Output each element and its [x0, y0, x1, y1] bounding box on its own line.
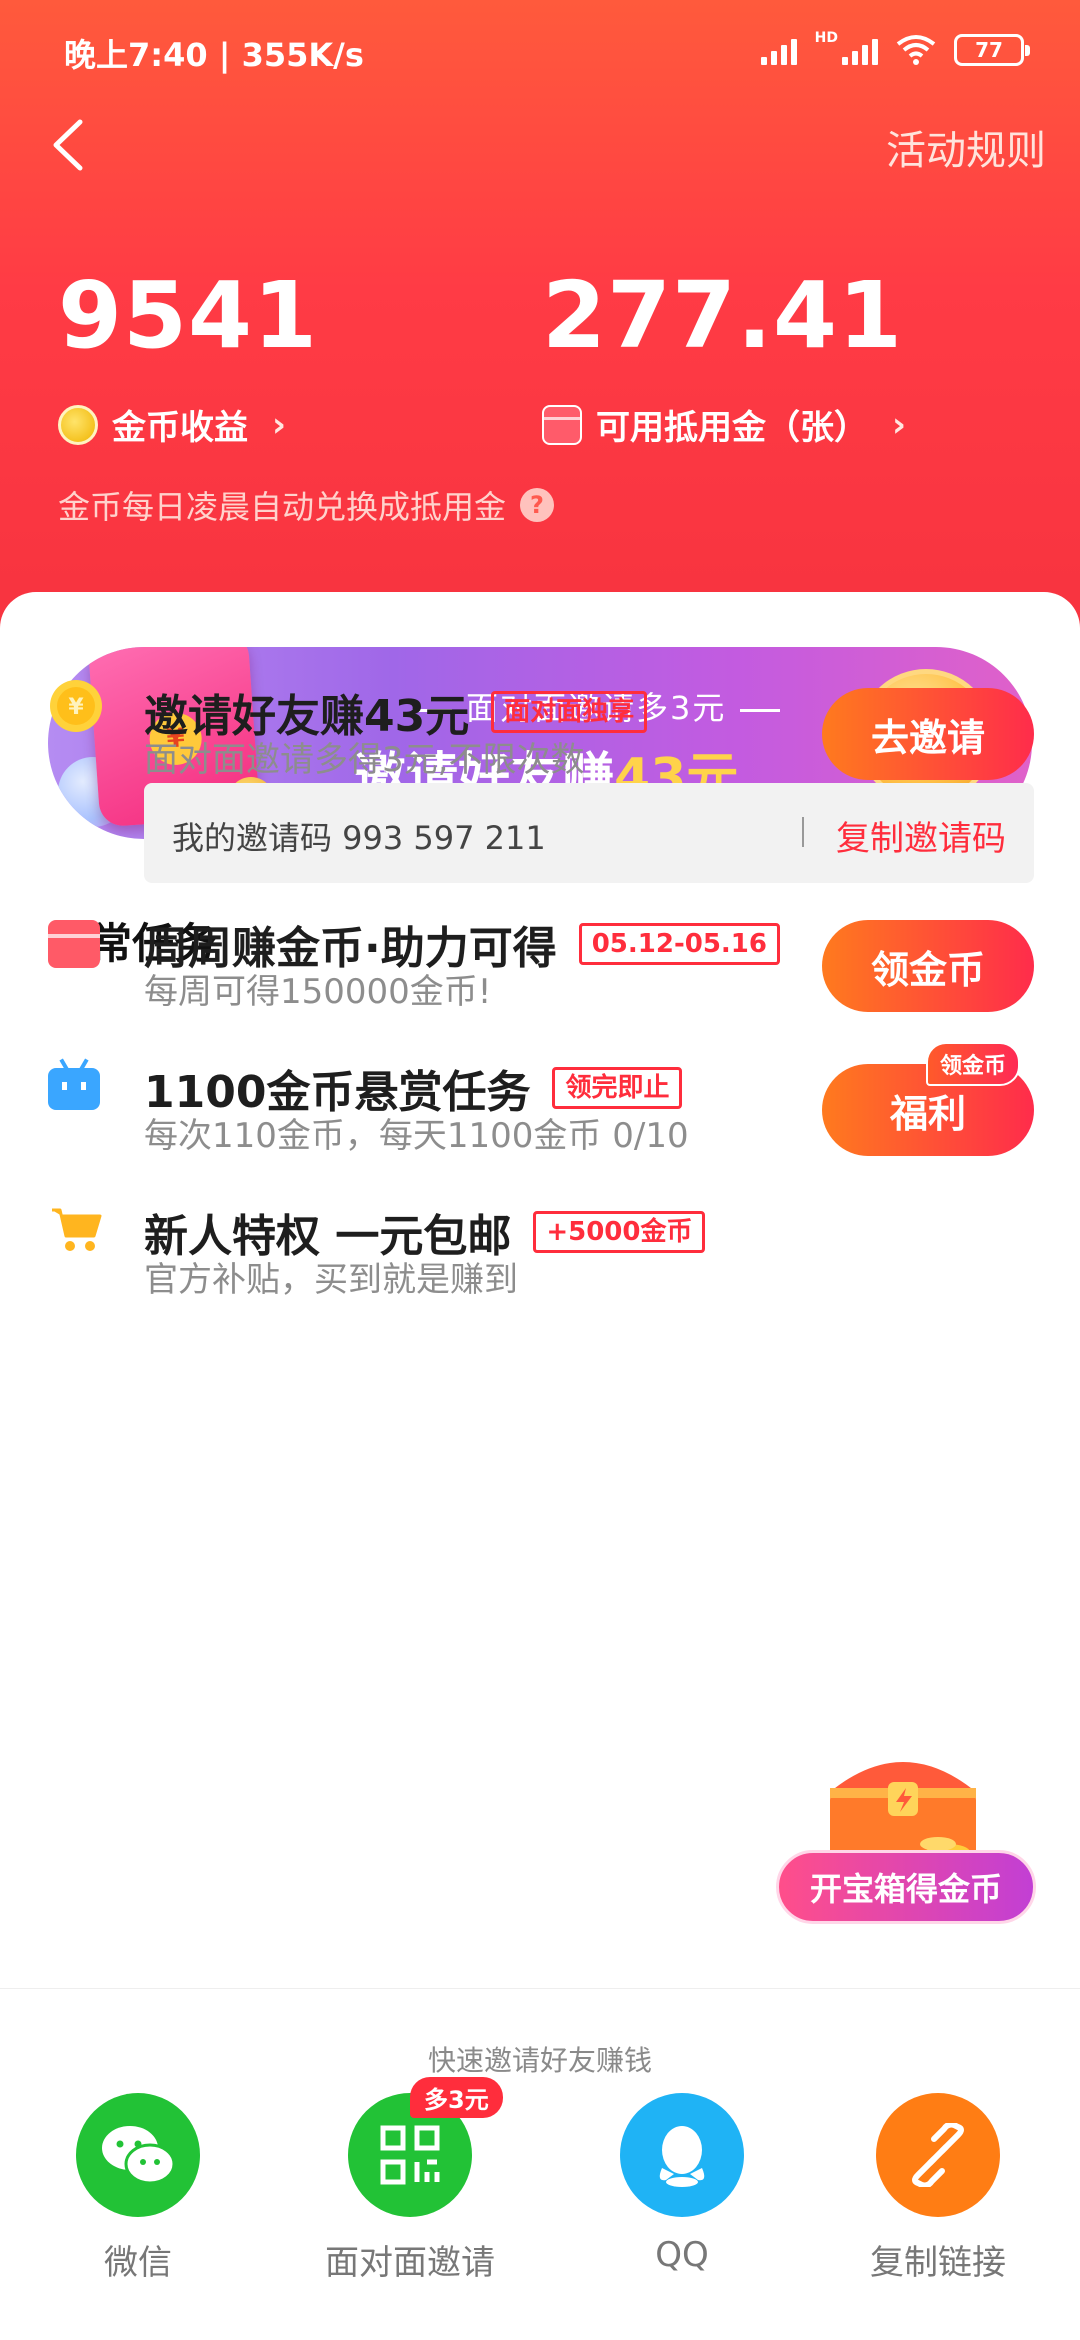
coins-label: 金币收益: [112, 408, 248, 448]
claim-coins-badge: 领金币: [925, 1042, 1020, 1086]
task-desc: 每周可得150000金币!: [144, 972, 492, 1012]
status-icons: HD 77: [760, 30, 1030, 70]
activity-rules-link[interactable]: 活动规则: [886, 118, 1046, 176]
coin-icon: ¥: [48, 678, 104, 734]
welfare-button-label: 福利: [889, 1091, 966, 1136]
invite-code-box: 我的邀请码 993 597 211 复制邀请码: [144, 783, 1034, 883]
voucher-link[interactable]: 可用抵用金（张） ›: [542, 400, 906, 449]
qq-icon: [620, 2093, 744, 2217]
red-packet-icon: [48, 914, 104, 970]
share-copy-link[interactable]: 复制链接: [838, 2093, 1038, 2284]
voucher-value: 277.41: [542, 262, 904, 369]
task-tag: 领完即止: [552, 1067, 683, 1109]
signal-hd-icon: [842, 35, 878, 65]
welfare-button[interactable]: 福利 领金币: [822, 1042, 1034, 1156]
share-wechat[interactable]: 微信: [38, 2093, 238, 2284]
share-qq[interactable]: QQ: [582, 2093, 782, 2275]
task-tag: +5000金币: [533, 1211, 706, 1253]
task-tag: 面对面独享: [491, 691, 648, 733]
treasure-chest-widget[interactable]: 开宝箱得金币: [776, 1742, 1036, 1924]
task-desc: 每次110金币，每天1100金币 0/10: [144, 1116, 689, 1156]
svg-text:¥: ¥: [68, 695, 84, 720]
coins-value: 9541: [58, 262, 319, 369]
task-desc: 官方补贴，买到就是赚到: [144, 1260, 518, 1300]
status-bar: 晚上7:40 | 355K/s HD 77: [0, 0, 1080, 100]
treasure-chest-icon: [830, 1762, 976, 1860]
header: 晚上7:40 | 355K/s HD 77 活动规则 9541 277.41 金…: [0, 0, 1080, 640]
share-label: 复制链接: [870, 2243, 1006, 2283]
invite-code-text: 我的邀请码 993 597 211: [172, 819, 546, 857]
exchange-note-text: 金币每日凌晨自动兑换成抵用金: [58, 488, 507, 526]
battery-icon: 77: [954, 34, 1030, 66]
back-arrow-icon[interactable]: [40, 110, 100, 180]
voucher-icon: [542, 404, 582, 445]
cart-icon: [48, 1200, 104, 1256]
claim-coins-button[interactable]: 领金币: [822, 920, 1034, 1012]
status-time: 晚上7:40 | 355K/s: [64, 36, 364, 74]
chevron-right-icon: ›: [892, 404, 907, 445]
share-label: QQ: [655, 2235, 709, 2275]
exchange-note: 金币每日凌晨自动兑换成抵用金 ?: [58, 482, 555, 528]
chevron-right-icon: ›: [272, 404, 287, 445]
voucher-label: 可用抵用金（张）: [596, 408, 868, 448]
share-title: 快速邀请好友赚钱: [427, 2044, 652, 2077]
tv-icon: [48, 1056, 104, 1112]
coin-icon: [58, 404, 98, 445]
help-icon[interactable]: ?: [520, 488, 555, 522]
qr-code-icon: 多3元: [348, 2077, 503, 2217]
share-label: 微信: [104, 2243, 172, 2283]
copy-invite-code-button[interactable]: 复制邀请码: [836, 811, 1006, 860]
share-face-to-face[interactable]: 多3元 面对面邀请: [310, 2077, 510, 2284]
coins-earnings-link[interactable]: 金币收益 ›: [58, 400, 286, 449]
wifi-icon: [896, 35, 936, 65]
open-chest-button[interactable]: 开宝箱得金币: [776, 1850, 1036, 1924]
share-label: 面对面邀请: [325, 2243, 495, 2283]
divider: [802, 817, 804, 847]
link-icon: [876, 2093, 1000, 2217]
go-invite-button[interactable]: 去邀请: [822, 688, 1034, 780]
signal-icon: [760, 35, 797, 65]
task-desc: 面对面邀请多得3元,不限次数: [144, 740, 585, 780]
wechat-icon: [76, 2093, 200, 2217]
task-tag: 05.12-05.16: [578, 923, 780, 965]
hd-label: HD: [814, 30, 838, 46]
extra-bonus-badge: 多3元: [410, 2077, 503, 2118]
share-panel: 快速邀请好友赚钱 微信 多3元 面对面邀请 QQ 复制链接: [0, 1988, 1080, 2340]
